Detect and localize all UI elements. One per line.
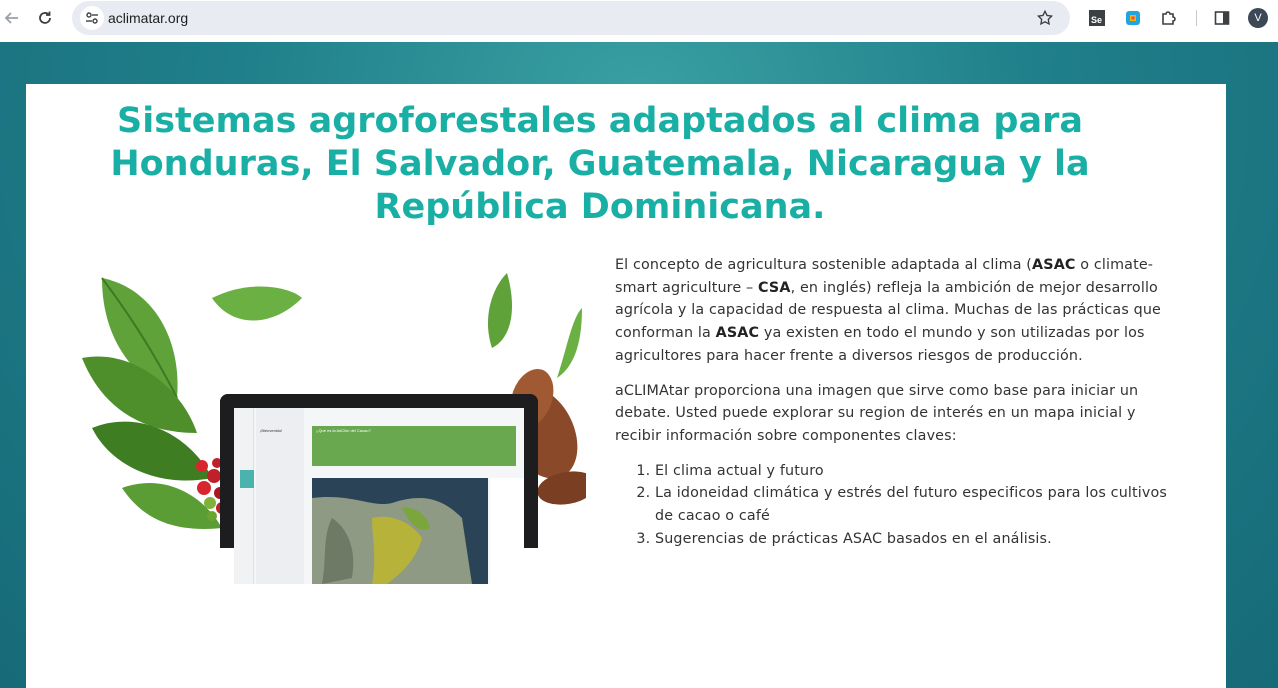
list-item: Sugerencias de prácticas ASAC basados en… <box>655 528 1170 551</box>
extensions-puzzle-icon[interactable] <box>1159 8 1179 28</box>
aclimatar-paragraph: aCLIMAtar proporciona una imagen que sir… <box>615 382 1139 444</box>
laptop-screen: ¡Bienvenido! ¿Qué es la AdClim del Cacao… <box>234 408 524 584</box>
hero-illustration: ¡Bienvenido! ¿Qué es la AdClim del Cacao… <box>62 258 597 620</box>
list-item: La idoneidad climática y estrés del futu… <box>655 482 1170 527</box>
page-title: Sistemas agroforestales adaptados al cli… <box>110 101 1090 227</box>
profile-avatar[interactable]: V <box>1248 8 1268 28</box>
list-item: El clima actual y futuro <box>655 460 1170 483</box>
components-list: El clima actual y futuro La idoneidad cl… <box>615 460 1170 551</box>
intro-section: El concepto de agricultura sostenible ad… <box>615 254 1170 550</box>
screen-map <box>312 478 488 584</box>
back-icon[interactable] <box>0 6 24 30</box>
selenium-extension-icon[interactable]: Se <box>1087 8 1107 28</box>
bookmark-star-icon[interactable] <box>1034 7 1056 29</box>
intro-paragraph: El concepto de agricultura sostenible ad… <box>615 257 1161 364</box>
reload-icon[interactable] <box>33 6 57 30</box>
browser-toolbar: aclimatar.org Se V <box>0 0 1278 42</box>
side-panel-icon[interactable] <box>1212 8 1232 28</box>
color-picker-extension-icon[interactable] <box>1123 8 1143 28</box>
url-text[interactable]: aclimatar.org <box>108 10 188 26</box>
screen-welcome: ¡Bienvenido! <box>260 428 283 433</box>
toolbar-separator <box>1196 10 1197 26</box>
site-settings-icon[interactable] <box>80 6 104 30</box>
svg-text:Se: Se <box>1091 15 1102 25</box>
screen-panel-title: ¿Qué es la AdClim del Cacao? <box>316 428 371 433</box>
address-bar[interactable]: aclimatar.org <box>72 1 1070 35</box>
